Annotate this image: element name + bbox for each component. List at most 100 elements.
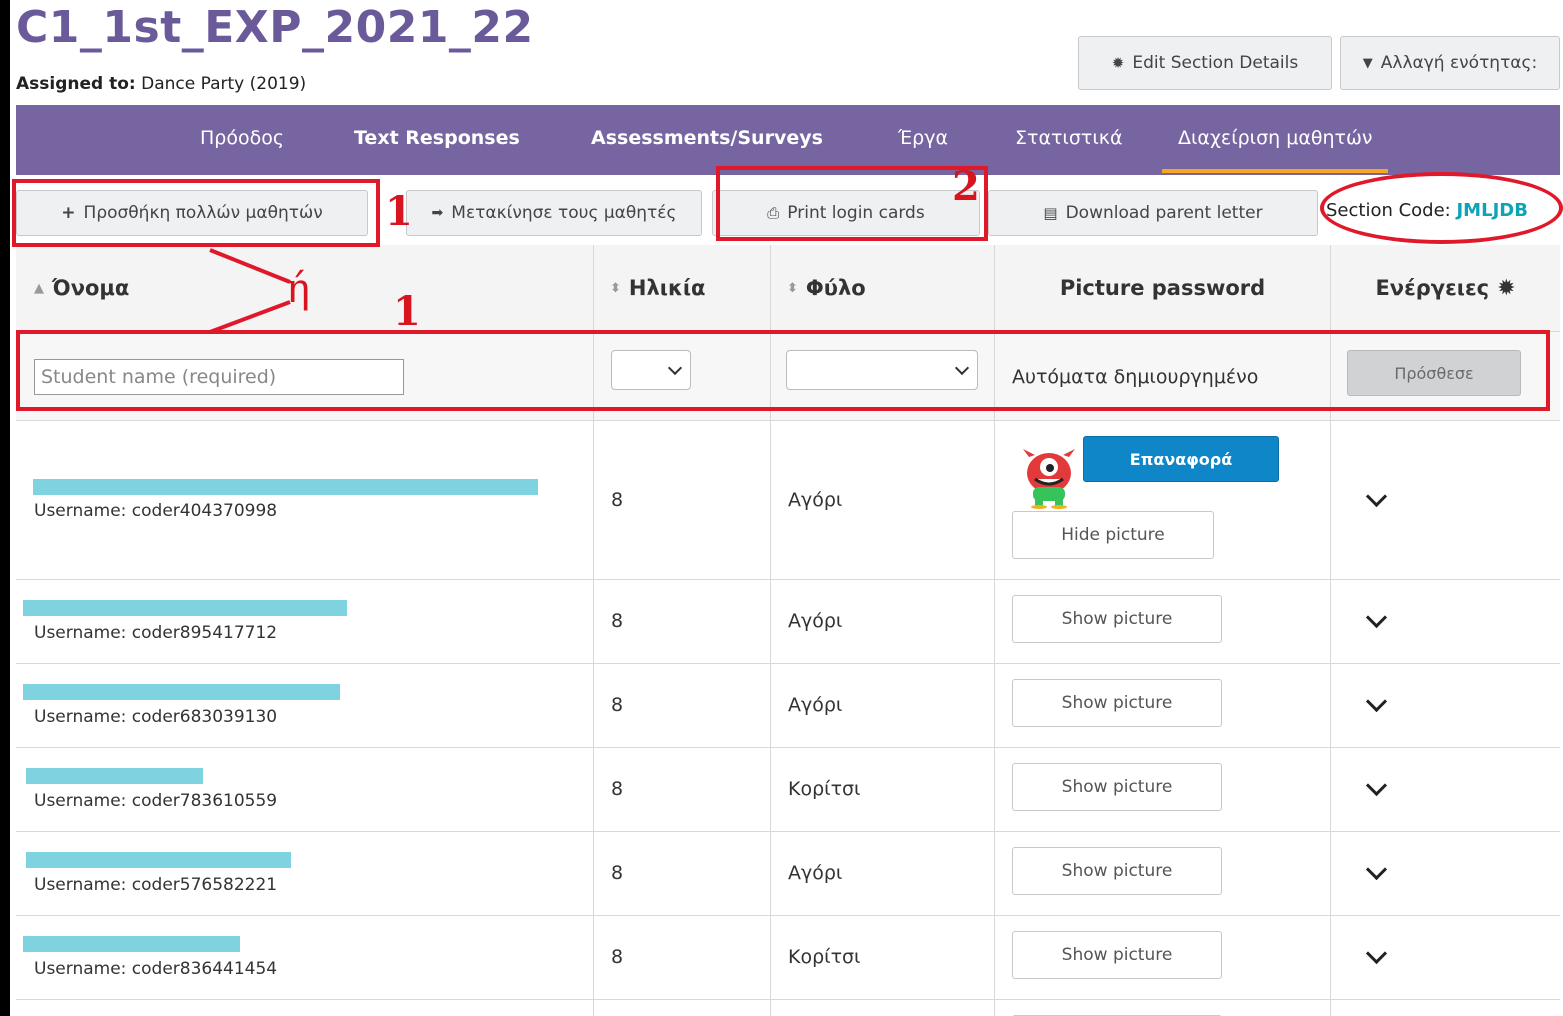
add-many-label: Προσθήκη πολλών μαθητών [83,203,323,223]
age-value: 8 [611,610,624,632]
download-parent-letter-button[interactable]: ▤ Download parent letter [988,190,1318,236]
show-picture-button[interactable]: Show picture [1012,847,1222,895]
tab-manage-students[interactable]: Διαχείριση μαθητών [1161,127,1390,173]
age-value: 8 [611,946,624,968]
annotation-number-2: 2 [952,163,980,210]
document-icon: ▤ [1043,204,1058,222]
tab-statistics[interactable]: Στατιστικά [1015,127,1122,149]
chevron-down-icon[interactable] [1365,942,1388,965]
print-cards-label: Print login cards [787,203,925,223]
section-navbar: Πρόοδος Text Responses Assessments/Surve… [16,105,1560,175]
chevron-down-icon[interactable] [1365,606,1388,629]
age-value: 8 [611,778,624,800]
tab-projects[interactable]: Έργα [898,127,948,149]
age-select[interactable] [611,350,691,390]
section-title: C1_1st_EXP_2021_22 [16,2,534,53]
student-name-link[interactable] [33,479,538,495]
username: Username: coder404370998 [34,501,278,521]
annotation-number-1: 1 [393,288,421,335]
gender-value: Κορίτσι [788,778,861,800]
show-picture-button[interactable]: Show picture [1012,931,1222,979]
age-value: 8 [611,862,624,884]
reset-picture-button[interactable]: Επαναφορά [1083,436,1279,482]
username: Username: coder576582221 [34,875,278,895]
tab-assessments[interactable]: Assessments/Surveys [591,127,823,149]
username: Username: coder895417712 [34,623,278,643]
header-gender-label: Φύλο [805,276,866,300]
move-students-label: Μετακίνησε τους μαθητές [451,203,677,223]
edit-section-button[interactable]: ✹ Edit Section Details [1078,36,1332,90]
username: Username: coder783610559 [34,791,278,811]
gender-value: Αγόρι [788,610,843,632]
header-age[interactable]: ⬍ Ηλικία [593,245,770,331]
change-section-label: Αλλαγή ενότητας: [1380,53,1538,73]
table-row: Username: coder783610559 8 Κορίτσι Show … [16,748,1560,832]
header-actions-label: Ενέργειες [1375,276,1490,300]
gender-value: Αγόρι [788,862,843,884]
gear-icon: ✹ [1111,54,1125,72]
table-row [16,1000,1560,1016]
tab-progress[interactable]: Πρόοδος [200,127,284,149]
chevron-down-icon[interactable] [1365,485,1388,508]
hide-picture-button[interactable]: Hide picture [1012,511,1214,559]
assigned-label: Assigned to: [16,74,136,94]
monster-avatar-icon [1023,449,1075,509]
annotation-arrows [209,248,291,334]
annotation-number-1: 1 [385,188,413,235]
header-actions: Ενέργειες ✹ [1330,245,1560,331]
username: Username: coder836441454 [34,959,278,979]
parent-letter-label: Download parent letter [1065,203,1263,223]
table-row: Username: coder836441454 8 Κορίτσι Show … [16,916,1560,1000]
chevron-down-icon[interactable] [1365,690,1388,713]
username: Username: coder683039130 [34,707,278,727]
student-name-link[interactable] [23,600,347,616]
move-icon: ➡ [431,205,444,221]
show-picture-button[interactable]: Show picture [1012,763,1222,811]
move-students-button[interactable]: ➡ Μετακίνησε τους μαθητές [406,190,702,236]
plus-icon: + [61,203,76,223]
section-code-label: Section Code: [1326,200,1451,221]
student-name-link[interactable] [23,684,340,700]
show-picture-button[interactable]: Show picture [1012,595,1222,643]
header-gender[interactable]: ⬍ Φύλο [770,245,994,331]
gender-value: Αγόρι [788,489,843,511]
gear-icon[interactable]: ✹ [1497,276,1515,301]
assigned-value: Dance Party (2019) [141,74,307,94]
student-name-link[interactable] [23,936,240,952]
table-row: Username: coder683039130 8 Αγόρι Show pi… [16,664,1560,748]
student-name-link[interactable] [26,768,203,784]
edit-section-label: Edit Section Details [1132,53,1299,73]
print-login-cards-button[interactable]: ⎙ Print login cards [712,190,980,236]
assigned-to: Assigned to: Dance Party (2019) [16,74,306,94]
printer-icon: ⎙ [767,204,780,222]
table-row: Username: coder404370998 8 Αγόρι Επαναφο… [16,421,1560,580]
header-picture-password: Picture password [994,245,1330,331]
section-code: Section Code: JMLJDB [1326,200,1528,221]
table-row: Username: coder576582221 8 Αγόρι Show pi… [16,832,1560,916]
add-many-students-button[interactable]: + Προσθήκη πολλών μαθητών [16,190,368,236]
table-row: Username: coder895417712 8 Αγόρι Show pi… [16,580,1560,664]
chevron-down-icon[interactable] [1365,858,1388,881]
tab-text-responses[interactable]: Text Responses [354,127,520,149]
gender-value: Κορίτσι [788,946,861,968]
caret-down-icon: ▼ [1362,55,1373,71]
show-picture-button[interactable]: Show picture [1012,679,1222,727]
header-age-label: Ηλικία [628,276,706,300]
sort-icon: ⬍ [787,280,798,296]
gender-select[interactable] [786,350,978,390]
gender-value: Αγόρι [788,694,843,716]
change-section-button[interactable]: ▼ Αλλαγή ενότητας: [1340,36,1560,90]
student-name-link[interactable] [26,852,291,868]
chevron-down-icon[interactable] [1365,774,1388,797]
sort-icon: ⬍ [610,280,621,296]
students-table: ▲ Όνομα ⬍ Ηλικία ⬍ Φύλο Picture password… [16,245,1560,1016]
add-student-row: Αυτόματα δημιουργημένο Πρόσθεσε [16,332,1560,421]
page: C1_1st_EXP_2021_22 Assigned to: Dance Pa… [10,0,1563,1016]
section-code-value: JMLJDB [1456,200,1528,221]
student-name-input[interactable] [34,359,404,395]
auto-generated-text: Αυτόματα δημιουργημένο [1012,366,1259,388]
chevron-down-icon [954,360,970,376]
add-student-button[interactable]: Πρόσθεσε [1347,350,1521,396]
chevron-down-icon [667,360,683,376]
age-value: 8 [611,694,624,716]
